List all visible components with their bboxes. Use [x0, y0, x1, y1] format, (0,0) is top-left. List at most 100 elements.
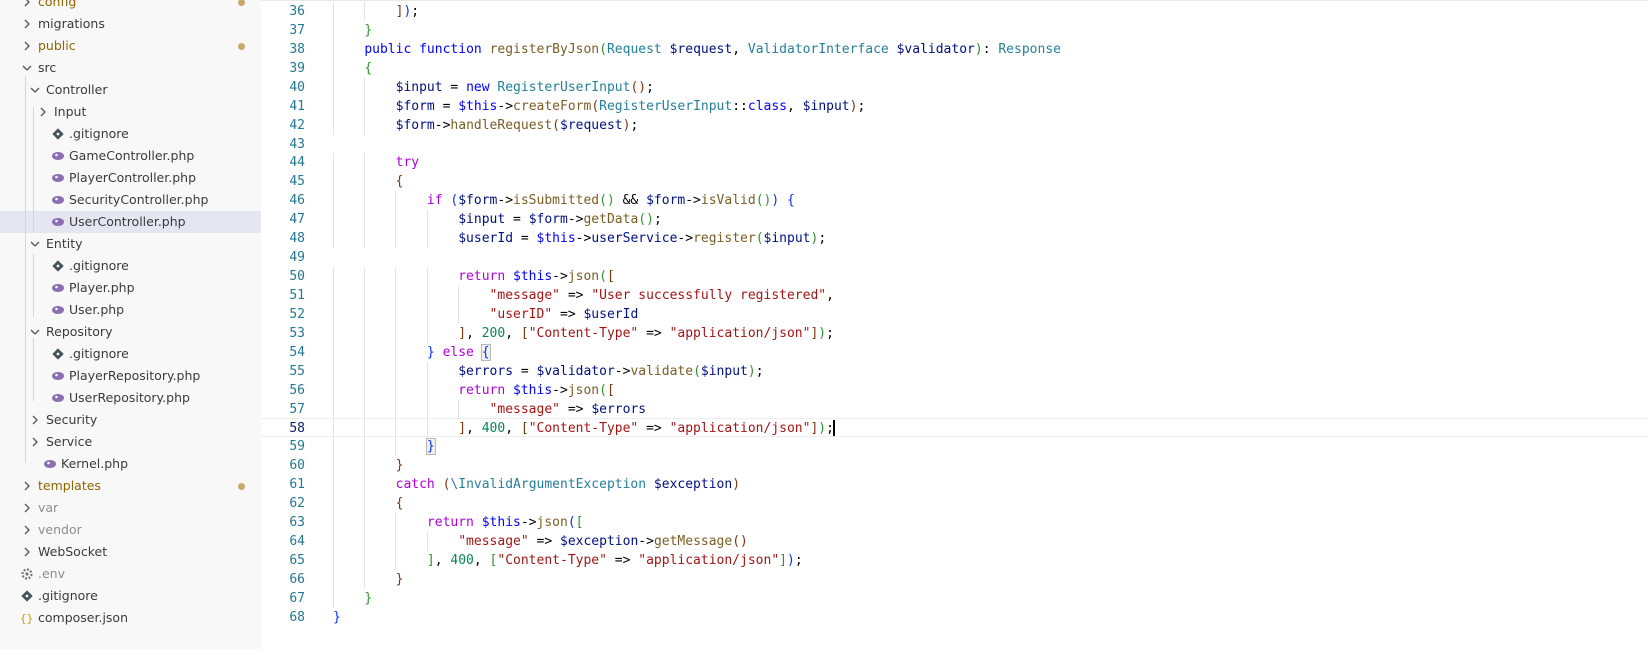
chevron-right-icon[interactable] — [20, 0, 34, 9]
code-line[interactable]: 46 if ($form->isSubmitted() && $form->is… — [261, 191, 1649, 211]
chevron-right-icon[interactable] — [20, 479, 34, 493]
code-token: ) — [818, 325, 827, 341]
code-token: $this — [513, 269, 553, 285]
code-editor[interactable]: 36 ]); 37 } 38 public function registerByJ… — [261, 0, 1649, 649]
chevron-down-icon[interactable] — [28, 325, 42, 339]
code-line[interactable]: 61 catch (\InvalidArgumentException $exc… — [261, 475, 1649, 495]
code-token: handleRequest — [450, 117, 553, 133]
code-line[interactable]: 51 "message" => "User successfully regis… — [261, 285, 1649, 305]
code-line[interactable]: 39 { — [261, 58, 1649, 78]
code-text: } — [333, 610, 341, 625]
code-line[interactable]: 60 } — [261, 456, 1649, 476]
folder-item[interactable]: Security — [0, 409, 261, 431]
file-item[interactable]: Player.php — [0, 277, 261, 299]
folder-item[interactable]: src — [0, 57, 261, 79]
indent-guide — [333, 456, 334, 476]
file-item[interactable]: GameController.php — [0, 145, 261, 167]
file-item[interactable]: Kernel.php — [0, 453, 261, 475]
code-line[interactable]: 52 "userID" => $userId — [261, 304, 1649, 324]
code-line[interactable]: 49 — [261, 248, 1649, 267]
code-line[interactable]: 47 $input = $form->getData(); — [261, 210, 1649, 230]
code-line[interactable]: 53 ], 200, ["Content-Type" => "applicati… — [261, 323, 1649, 343]
folder-item[interactable]: Controller — [0, 79, 261, 101]
indent-guide — [333, 115, 334, 135]
code-line[interactable]: 36 ]); — [261, 2, 1649, 21]
file-item[interactable]: SecurityController.php — [0, 189, 261, 211]
code-line[interactable]: 48 $userId = $this->userService->registe… — [261, 229, 1649, 249]
code-token: 400 — [450, 552, 474, 568]
code-line[interactable]: 67 } — [261, 588, 1649, 608]
code-line[interactable]: 55 $errors = $validator->validate($input… — [261, 361, 1649, 381]
code-line[interactable]: 58 ], 400, ["Content-Type" => "applicati… — [261, 418, 1649, 439]
code-line[interactable]: 66 } — [261, 569, 1649, 589]
file-item[interactable]: UserRepository.php — [0, 387, 261, 409]
git-file-icon — [20, 589, 34, 603]
line-number: 37 — [289, 22, 305, 38]
folder-item[interactable]: var — [0, 497, 261, 519]
file-item[interactable]: {} composer.json — [0, 607, 261, 629]
indent-guide — [364, 2, 366, 21]
file-item[interactable]: .gitignore — [0, 123, 261, 145]
code-line[interactable]: 63 return $this->json([ — [261, 513, 1649, 533]
file-item[interactable]: User.php — [0, 299, 261, 321]
folder-item[interactable]: Input — [0, 101, 261, 123]
code-line[interactable]: 38 public function registerByJson(Reques… — [261, 39, 1649, 59]
chevron-down-icon[interactable] — [20, 61, 34, 75]
chevron-right-icon[interactable] — [20, 39, 34, 53]
folder-item[interactable]: vendor — [0, 519, 261, 541]
file-item[interactable]: .gitignore — [0, 255, 261, 277]
code-line[interactable]: 37 } — [261, 20, 1649, 40]
code-line[interactable]: 59 } — [261, 437, 1649, 457]
chevron-right-icon[interactable] — [36, 105, 50, 119]
folder-item[interactable]: public — [0, 35, 261, 57]
code-token: -> — [567, 212, 584, 228]
code-token: userService — [591, 231, 678, 247]
folder-item[interactable]: config — [0, 0, 261, 13]
code-line[interactable]: 57 "message" => $errors — [261, 399, 1649, 419]
code-line[interactable]: 43 — [261, 135, 1649, 154]
code-line[interactable]: 40 $input = new RegisterUserInput(); — [261, 77, 1649, 97]
code-line[interactable]: 68} — [261, 608, 1649, 627]
code-token: { — [787, 193, 795, 209]
chevron-right-icon[interactable] — [28, 435, 42, 449]
chevron-down-icon[interactable] — [28, 83, 42, 97]
file-item[interactable]: PlayerRepository.php — [0, 365, 261, 387]
file-item[interactable]: .env — [0, 563, 261, 585]
code-line[interactable]: 41 $form = $this->createForm(RegisterUse… — [261, 96, 1649, 116]
file-item[interactable]: UserController.php — [0, 211, 261, 233]
chevron-right-icon[interactable] — [28, 413, 42, 427]
code-line[interactable]: 44 try — [261, 153, 1649, 173]
code-text: } — [333, 591, 372, 606]
code-token: "message" — [458, 534, 529, 550]
code-token: class — [747, 98, 788, 114]
file-item[interactable]: PlayerController.php — [0, 167, 261, 189]
folder-item[interactable]: Service — [0, 431, 261, 453]
code-token: $input — [763, 231, 811, 247]
code-text: "message" => $errors — [333, 402, 647, 417]
chevron-right-icon[interactable] — [20, 501, 34, 515]
code-line[interactable]: 45 { — [261, 172, 1649, 192]
git-file-icon — [51, 259, 65, 273]
folder-item[interactable]: Entity — [0, 233, 261, 255]
chevron-right-icon[interactable] — [20, 545, 34, 559]
code-token: registerByJson — [489, 41, 600, 57]
folder-item[interactable]: migrations — [0, 13, 261, 35]
folder-item[interactable]: Repository — [0, 321, 261, 343]
indent-guide — [364, 569, 366, 589]
line-number: 53 — [289, 325, 305, 341]
php-file-icon — [51, 215, 65, 229]
code-line[interactable]: 64 "message" => $exception->getMessage() — [261, 532, 1649, 552]
code-line[interactable]: 54 } else { — [261, 342, 1649, 362]
chevron-right-icon[interactable] — [20, 17, 34, 31]
code-line[interactable]: 65 ], 400, ["Content-Type" => "applicati… — [261, 550, 1649, 570]
chevron-right-icon[interactable] — [20, 523, 34, 537]
chevron-down-icon[interactable] — [28, 237, 42, 251]
code-line[interactable]: 62 { — [261, 494, 1649, 514]
folder-item[interactable]: templates — [0, 475, 261, 497]
code-line[interactable]: 42 $form->handleRequest($request); — [261, 115, 1649, 135]
file-item[interactable]: .gitignore — [0, 585, 261, 607]
folder-item[interactable]: WebSocket — [0, 541, 261, 563]
code-line[interactable]: 56 return $this->json([ — [261, 380, 1649, 400]
code-line[interactable]: 50 return $this->json([ — [261, 267, 1649, 287]
file-item[interactable]: .gitignore — [0, 343, 261, 365]
